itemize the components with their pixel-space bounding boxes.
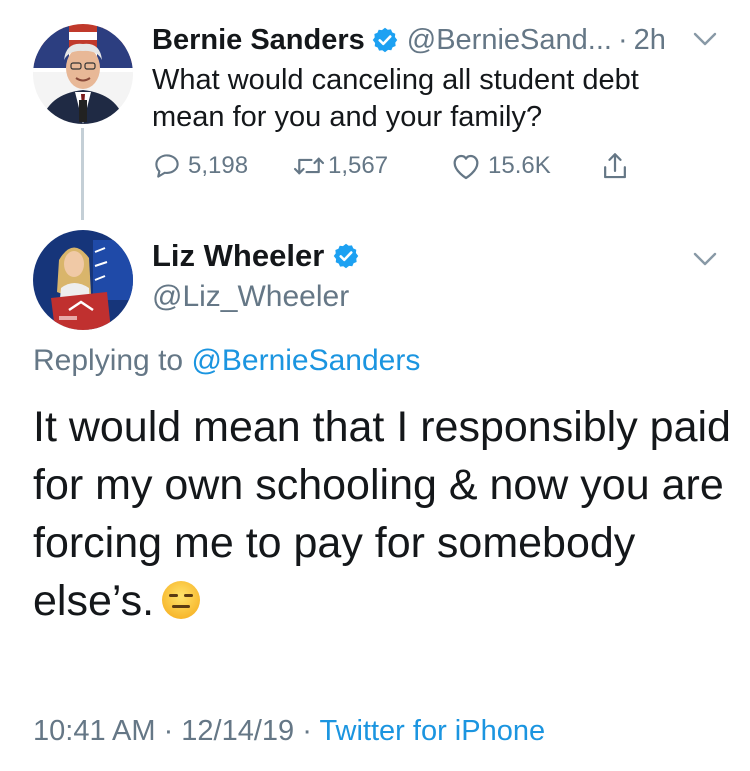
reply-author-name-row: Liz Wheeler	[152, 238, 368, 274]
header-separator: ·	[617, 23, 628, 56]
reply-tweet-text: It would mean that I responsibly paid fo…	[33, 403, 731, 625]
reply-author-name[interactable]: Liz Wheeler	[152, 238, 324, 274]
replying-to-line: Replying to @BernieSanders	[33, 344, 420, 378]
like-button[interactable]: 15.6K	[450, 151, 600, 181]
retweet-button[interactable]: 1,567	[292, 151, 450, 181]
heart-icon	[450, 151, 482, 181]
parent-author-handle[interactable]: @BernieSand...	[407, 24, 612, 57]
reply-button[interactable]: 5,198	[152, 151, 292, 181]
parent-tweet-header: Bernie Sanders @BernieSand... · 2h	[152, 20, 666, 60]
reply-count: 5,198	[188, 152, 249, 179]
reply-tweet-menu-chevron-icon[interactable]	[692, 250, 718, 273]
tweet-timestamp: 10:41 AM · 12/14/19 ·	[33, 715, 320, 747]
share-button[interactable]	[600, 150, 630, 182]
thread-connector-line	[81, 128, 84, 220]
reply-icon	[152, 151, 182, 181]
verified-badge-icon	[332, 242, 360, 270]
tweet-source-link[interactable]: Twitter for iPhone	[319, 715, 545, 747]
parent-tweet-time[interactable]: 2h	[634, 24, 666, 57]
parent-tweet-menu-chevron-icon[interactable]	[692, 30, 718, 53]
parent-tweet-text: What would canceling all student debt me…	[152, 64, 639, 133]
parent-author-name[interactable]: Bernie Sanders	[152, 24, 365, 57]
reply-tweet-body: It would mean that I responsibly paid fo…	[33, 398, 733, 636]
retweet-count: 1,567	[328, 152, 389, 179]
retweet-icon	[292, 151, 326, 181]
reply-author-handle[interactable]: @Liz_Wheeler	[152, 280, 349, 314]
replying-to-handle-link[interactable]: @BernieSanders	[191, 344, 420, 377]
liz-wheeler-avatar[interactable]	[33, 230, 133, 330]
expressionless-face-icon	[160, 578, 202, 636]
parent-tweet-actions: 5,198 1,567 15.6K	[152, 146, 630, 186]
verified-badge-icon	[371, 26, 399, 54]
tweet-meta: 10:41 AM · 12/14/19 · Twitter for iPhone	[33, 715, 545, 748]
like-count: 15.6K	[488, 152, 551, 179]
bernie-sanders-avatar[interactable]	[33, 24, 133, 124]
replying-to-label: Replying to	[33, 344, 184, 377]
share-icon	[600, 150, 630, 182]
